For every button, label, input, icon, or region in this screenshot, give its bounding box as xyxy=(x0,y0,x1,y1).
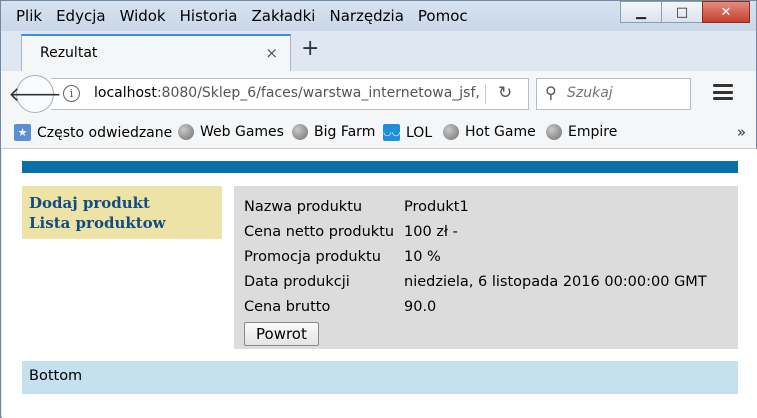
detail-value: 90.0 xyxy=(404,299,437,315)
globe-icon xyxy=(546,124,562,140)
url-bar[interactable]: i localhost:8080/Sklep_6/faces/warstwa_i… xyxy=(51,78,529,110)
product-details-panel: Nazwa produktu Produkt1 Cena netto produ… xyxy=(234,186,738,349)
globe-icon xyxy=(443,124,459,140)
browser-window: Plik Edycja Widok Historia Zakładki Narz… xyxy=(0,0,757,418)
detail-row: Cena brutto 90.0 xyxy=(244,295,728,320)
bookmark-label: Hot Game xyxy=(465,124,536,140)
bookmark-label: Często odwiedzane xyxy=(37,124,173,141)
bookmark-label: Web Games xyxy=(200,124,284,140)
detail-value: 10 % xyxy=(404,249,441,265)
bookmarks-overflow-icon[interactable]: » xyxy=(737,123,746,141)
bookmark-empire[interactable]: Empire xyxy=(546,124,617,140)
detail-label: Cena netto produktu xyxy=(244,224,395,240)
footer-text: Bottom xyxy=(29,368,83,384)
bookmark-label: Empire xyxy=(568,124,618,140)
bookmark-web-games[interactable]: Web Games xyxy=(178,124,284,140)
url-host: localhost xyxy=(94,85,157,101)
minimize-button[interactable]: ▁ xyxy=(620,1,662,23)
reload-icon[interactable]: ↻ xyxy=(498,83,512,103)
menu-bar: Plik Edycja Widok Historia Zakładki Narz… xyxy=(9,6,475,26)
detail-row: Cena netto produktu 100 zł - xyxy=(244,220,728,245)
minimize-icon: ▁ xyxy=(636,4,646,20)
tab-strip: Rezultat × + xyxy=(1,31,756,71)
lol-icon: ◡◡ xyxy=(383,124,400,141)
url-separator xyxy=(485,84,486,104)
url-path: :8080/Sklep_6/faces/warstwa_internetowa_… xyxy=(156,85,480,101)
search-bar[interactable]: ⚲ xyxy=(536,78,691,110)
powrot-button[interactable]: Powrot xyxy=(244,322,319,346)
maximize-icon: □ xyxy=(675,4,689,20)
detail-label: Promocja produktu xyxy=(244,249,381,265)
detail-row: Data produkcji niedziela, 6 listopada 20… xyxy=(244,270,728,295)
detail-value: 100 zł - xyxy=(404,224,458,240)
back-arrow-icon: 🡐 xyxy=(8,82,62,106)
header-band xyxy=(22,161,738,173)
bookmark-label: LOL xyxy=(406,124,433,141)
new-tab-button[interactable]: + xyxy=(301,37,319,61)
bookmarks-toolbar: ★ Często odwiedzane Web Games Big Farm ◡… xyxy=(1,117,756,149)
title-bar: Plik Edycja Widok Historia Zakładki Narz… xyxy=(1,1,756,31)
menu-pomoc[interactable]: Pomoc xyxy=(411,6,475,26)
detail-row: Nazwa produktu Produkt1 xyxy=(244,195,728,220)
bookmark-label: Big Farm xyxy=(314,124,376,140)
window-controls: ▁ □ ✕ xyxy=(620,1,750,23)
bookmark-czesto-odwiedzane[interactable]: ★ Często odwiedzane xyxy=(14,124,172,141)
detail-label: Nazwa produktu xyxy=(244,199,363,215)
footer-bar: Bottom xyxy=(22,361,738,394)
close-window-button[interactable]: ✕ xyxy=(702,1,750,23)
search-icon: ⚲ xyxy=(545,83,557,102)
menu-historia[interactable]: Historia xyxy=(173,6,245,26)
detail-label: Data produkcji xyxy=(244,274,350,290)
detail-value: niedziela, 6 listopada 2016 00:00:00 GMT xyxy=(404,274,707,290)
bookmark-star-icon: ★ xyxy=(14,124,31,141)
detail-value: Produkt1 xyxy=(404,199,469,215)
bookmark-lol[interactable]: ◡◡ LOL xyxy=(383,124,432,141)
bookmark-big-farm[interactable]: Big Farm xyxy=(292,124,375,140)
navigation-bar: i localhost:8080/Sklep_6/faces/warstwa_i… xyxy=(1,71,756,117)
detail-row: Promocja produktu 10 % xyxy=(244,245,728,270)
tab-close-icon[interactable]: × xyxy=(265,44,278,62)
menu-widok[interactable]: Widok xyxy=(113,6,173,26)
menu-edycja[interactable]: Edycja xyxy=(49,6,112,26)
globe-icon xyxy=(292,124,308,140)
bookmark-hot-game[interactable]: Hot Game xyxy=(443,124,536,140)
menu-plik[interactable]: Plik xyxy=(9,6,49,26)
menu-zakladki[interactable]: Zakładki xyxy=(244,6,322,26)
detail-label: Cena brutto xyxy=(244,299,331,315)
tab-title: Rezultat xyxy=(40,45,98,61)
tab-rezultat[interactable]: Rezultat × xyxy=(21,34,291,71)
maximize-button[interactable]: □ xyxy=(661,1,703,23)
search-input[interactable] xyxy=(567,85,685,101)
sidebar-link-dodaj-produkt[interactable]: Dodaj produkt xyxy=(29,193,215,213)
back-button[interactable]: 🡐 xyxy=(8,75,62,113)
sidebar-link-lista-produktow[interactable]: Lista produktow xyxy=(29,213,215,233)
menu-narzedzia[interactable]: Narzędzia xyxy=(322,6,410,26)
menu-hamburger-icon[interactable] xyxy=(711,81,735,103)
info-icon[interactable]: i xyxy=(63,85,80,102)
url-text[interactable]: localhost:8080/Sklep_6/faces/warstwa_int… xyxy=(94,85,480,101)
globe-icon xyxy=(178,124,194,140)
page-content: Dodaj produkt Lista produktow Nazwa prod… xyxy=(2,149,757,418)
close-icon: ✕ xyxy=(720,4,732,20)
sidebar-menu: Dodaj produkt Lista produktow xyxy=(22,186,222,239)
